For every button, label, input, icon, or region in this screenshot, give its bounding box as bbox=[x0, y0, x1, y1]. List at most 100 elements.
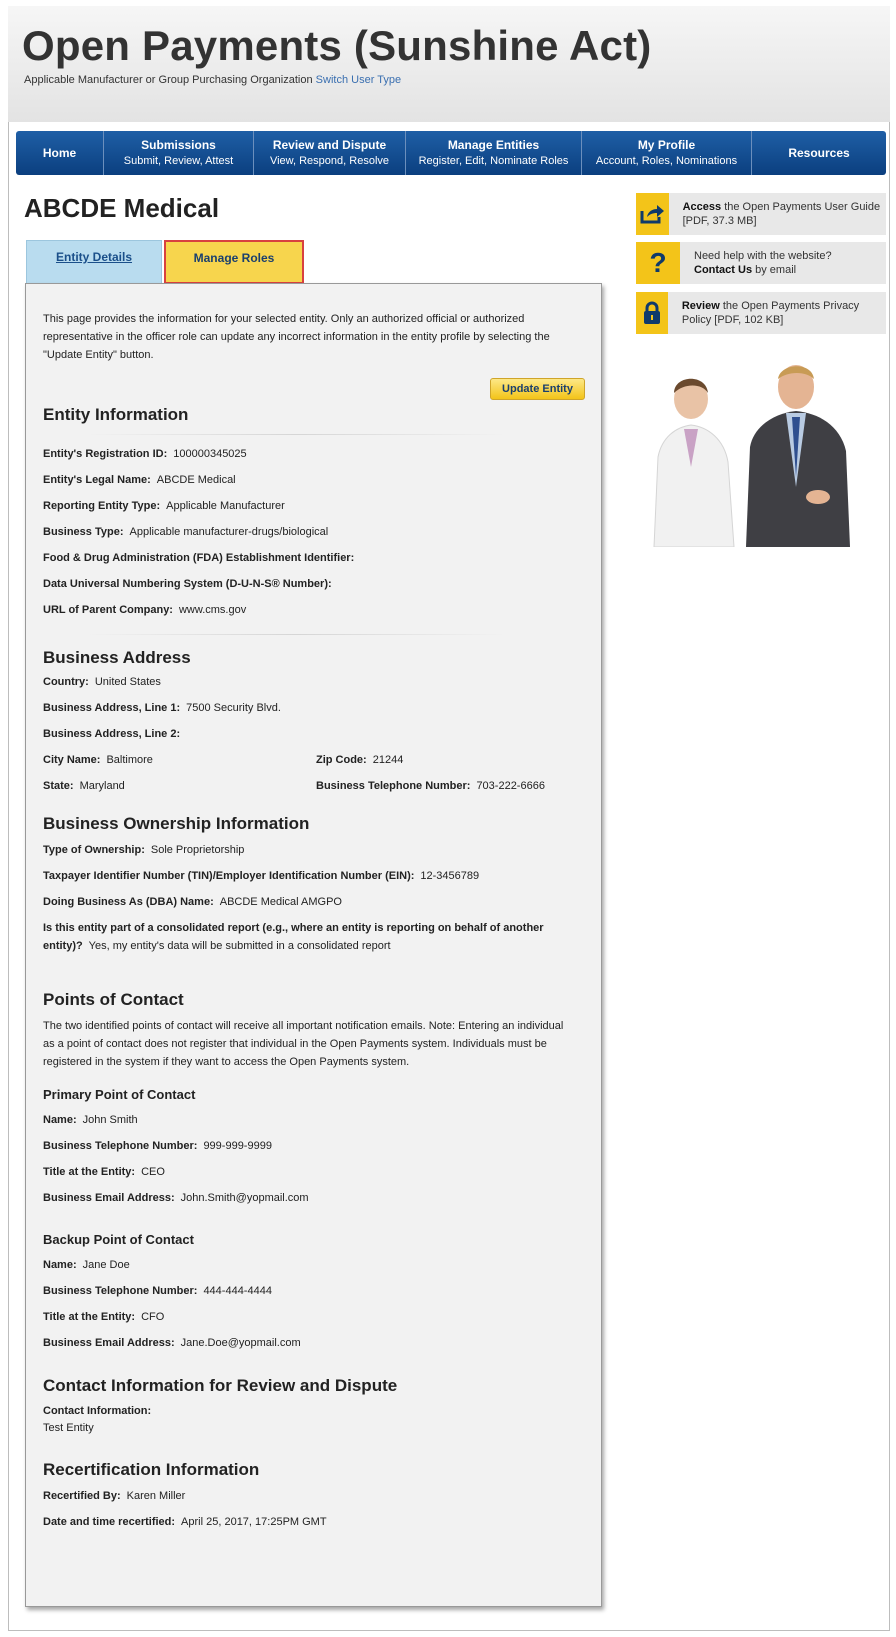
question-mark-icon: ? bbox=[636, 242, 680, 284]
nav-label: Review and Dispute bbox=[272, 138, 387, 152]
zip-code: Zip Code: 21244 bbox=[316, 754, 403, 766]
intro-text: This page provides the information for y… bbox=[43, 313, 550, 361]
tab-manage-roles-label: Manage Roles bbox=[193, 251, 275, 265]
field-label: Title at the Entity: bbox=[43, 1311, 136, 1323]
entity-title: ABCDE Medical bbox=[24, 193, 220, 223]
review-contact-label: Contact Information: bbox=[43, 1405, 157, 1417]
field-label: Business Address, Line 2: bbox=[43, 728, 181, 740]
privacy-text: Review the Open Payments Privacy Policy … bbox=[668, 299, 886, 327]
tab-entity-details[interactable]: Entity Details bbox=[26, 240, 162, 284]
nav-my-profile[interactable]: My Profile Account, Roles, Nominations bbox=[582, 131, 752, 175]
field-value: Jane.Doe@yopmail.com bbox=[180, 1337, 301, 1349]
nav-label: Manage Entities bbox=[447, 138, 540, 152]
nav-home[interactable]: Home bbox=[16, 131, 104, 175]
privacy-bold: Review bbox=[681, 300, 720, 312]
field-label: Data Universal Numbering System (D-U-N-S… bbox=[43, 578, 332, 590]
main-nav: Home Submissions Submit, Review, Attest … bbox=[16, 131, 886, 175]
entity-details-panel: This page provides the information for y… bbox=[25, 283, 602, 1607]
lock-icon bbox=[636, 292, 668, 334]
section-points-of-contact: Points of Contact bbox=[43, 990, 184, 1009]
contact-us-link[interactable]: ? Need help with the website? Contact Us… bbox=[636, 242, 886, 284]
dba-name: Doing Business As (DBA) Name: ABCDE Medic… bbox=[43, 896, 342, 908]
user-guide-bold: Access bbox=[682, 201, 722, 213]
share-arrow-icon bbox=[636, 193, 669, 235]
backup-name: Name: Jane Doe bbox=[43, 1259, 130, 1271]
field-label: Business Telephone Number: bbox=[43, 1140, 198, 1152]
nav-sublabel: Register, Edit, Nominate Roles bbox=[418, 155, 569, 167]
nav-manage-entities[interactable]: Manage Entities Register, Edit, Nominate… bbox=[406, 131, 582, 175]
field-label: Food & Drug Administration (FDA) Establi… bbox=[43, 552, 355, 564]
field-label: Business Telephone Number: bbox=[43, 1285, 198, 1297]
field-label: Business Email Address: bbox=[43, 1192, 175, 1204]
field-value: Karen Miller bbox=[126, 1490, 186, 1502]
field-value: ABCDE Medical AMGPO bbox=[219, 896, 342, 908]
duns-number: Data Universal Numbering System (D-U-N-S… bbox=[43, 578, 338, 590]
field-label: Type of Ownership: bbox=[43, 844, 145, 856]
field-label: Doing Business As (DBA) Name: bbox=[43, 896, 214, 908]
nav-resources-label: Resources bbox=[788, 146, 850, 160]
type-of-ownership: Type of Ownership: Sole Proprietorship bbox=[43, 844, 244, 856]
field-label: Contact Information: bbox=[43, 1405, 152, 1417]
address-line-1: Business Address, Line 1: 7500 Security B… bbox=[43, 702, 281, 714]
field-label: Recertified By: bbox=[43, 1490, 121, 1502]
switch-user-type-link[interactable]: Switch User Type bbox=[316, 74, 401, 86]
contact-us-bold: Contact Us bbox=[694, 264, 753, 276]
privacy-policy-link[interactable]: Review the Open Payments Privacy Policy … bbox=[636, 292, 886, 334]
divider bbox=[86, 634, 506, 635]
field-value: 703-222-6666 bbox=[476, 780, 545, 792]
primary-name: Name: John Smith bbox=[43, 1114, 138, 1126]
field-label: Business Email Address: bbox=[43, 1337, 175, 1349]
field-label: Business Type: bbox=[43, 526, 124, 538]
update-entity-button[interactable]: Update Entity bbox=[490, 378, 585, 400]
nav-review-dispute[interactable]: Review and Dispute View, Respond, Resolv… bbox=[254, 131, 406, 175]
field-label: Reporting Entity Type: bbox=[43, 500, 161, 512]
field-value: United States bbox=[94, 676, 161, 688]
field-label: Business Telephone Number: bbox=[316, 780, 471, 792]
field-value: Yes, my entity's data will be submitted … bbox=[88, 940, 391, 952]
field-value: April 25, 2017, 17:25PM GMT bbox=[181, 1516, 327, 1528]
state: State: Maryland bbox=[43, 780, 125, 792]
backup-title: Title at the Entity: CFO bbox=[43, 1311, 164, 1323]
section-recertification: Recertification Information bbox=[43, 1460, 260, 1479]
tab-entity-details-label: Entity Details bbox=[55, 250, 133, 264]
field-label: Business Address, Line 1: bbox=[43, 702, 181, 714]
field-value: Baltimore bbox=[106, 754, 153, 766]
city-name: City Name: Baltimore bbox=[43, 754, 153, 766]
section-entity-information: Entity Information bbox=[43, 405, 189, 424]
fda-identifier: Food & Drug Administration (FDA) Establi… bbox=[43, 552, 360, 564]
user-guide-text: Access the Open Payments User Guide [PDF… bbox=[669, 200, 886, 228]
business-type: Business Type: Applicable manufacturer-dr… bbox=[43, 526, 328, 538]
address-line-2: Business Address, Line 2: bbox=[43, 728, 186, 740]
legal-name: Entity's Legal Name: ABCDE Medical bbox=[43, 474, 236, 486]
nav-sublabel: View, Respond, Resolve bbox=[269, 155, 390, 167]
user-type-text: Applicable Manufacturer or Group Purchas… bbox=[24, 74, 313, 86]
field-value: 12-3456789 bbox=[420, 870, 480, 882]
field-label: URL of Parent Company: bbox=[43, 604, 173, 616]
field-value: 7500 Security Blvd. bbox=[186, 702, 281, 714]
field-label: Taxpayer Identifier Number (TIN)/Employe… bbox=[43, 870, 415, 882]
tab-manage-roles[interactable]: Manage Roles bbox=[164, 240, 304, 284]
backup-contact-heading: Backup Point of Contact bbox=[43, 1232, 194, 1247]
field-label: Name: bbox=[43, 1114, 77, 1126]
contact-us-text: Need help with the website? Contact Us b… bbox=[680, 249, 832, 277]
reporting-entity-type: Reporting Entity Type: Applicable Manufac… bbox=[43, 500, 285, 512]
primary-email: Business Email Address: John.Smith@yopmai… bbox=[43, 1192, 309, 1204]
site-header: Open Payments (Sunshine Act) Applicable … bbox=[8, 6, 890, 122]
field-value: Applicable Manufacturer bbox=[166, 500, 285, 512]
field-value: Jane Doe bbox=[82, 1259, 130, 1271]
section-business-address: Business Address bbox=[43, 648, 191, 667]
nav-sublabel: Submit, Review, Attest bbox=[123, 155, 234, 167]
field-value: Maryland bbox=[79, 780, 125, 792]
field-value: 444-444-4444 bbox=[203, 1285, 272, 1297]
user-guide-link[interactable]: Access the Open Payments User Guide [PDF… bbox=[636, 193, 886, 235]
field-value: 999-999-9999 bbox=[203, 1140, 272, 1152]
nav-resources[interactable]: Resources bbox=[752, 131, 886, 175]
section-review-contact: Contact Information for Review and Dispu… bbox=[43, 1376, 398, 1395]
primary-title: Title at the Entity: CEO bbox=[43, 1166, 165, 1178]
field-label: Entity's Legal Name: bbox=[43, 474, 151, 486]
field-label: Entity's Registration ID: bbox=[43, 448, 168, 460]
site-title: Open Payments (Sunshine Act) bbox=[22, 22, 652, 69]
parent-company-url: URL of Parent Company: www.cms.gov bbox=[43, 604, 246, 616]
nav-submissions[interactable]: Submissions Submit, Review, Attest bbox=[104, 131, 254, 175]
primary-phone: Business Telephone Number: 999-999-9999 bbox=[43, 1140, 272, 1152]
